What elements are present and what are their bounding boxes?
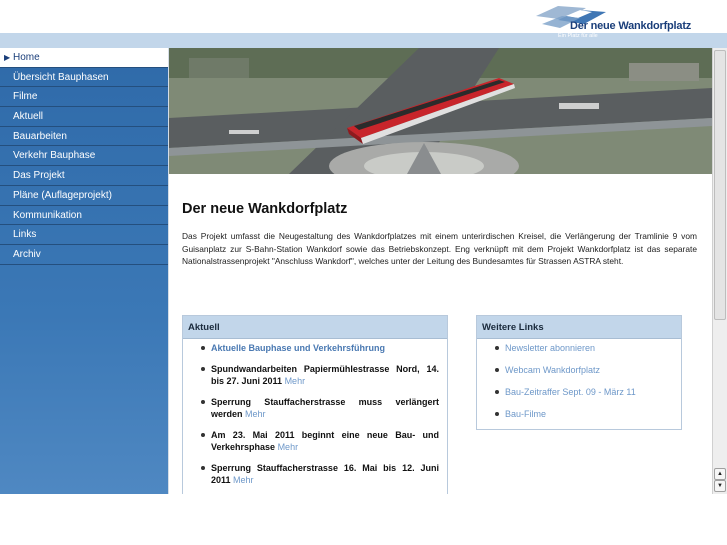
weitere-links-heading: Weitere Links [477,316,681,339]
sidebar-item-label: Übersicht Bauphasen [13,71,109,83]
link-webcam[interactable]: Webcam Wankdorfplatz [493,364,673,376]
sidebar-item-label: Links [13,229,37,241]
sidebar-item-archiv[interactable]: Archiv [0,245,168,265]
weitere-links-list: Newsletter abonnieren Webcam Wankdorfpla… [477,339,681,420]
sidebar-item-label: Aktuell [13,111,44,123]
hero-tram-illustration [169,48,712,174]
page: Der neue Wankdorfplatz Ein Platz für all… [0,0,727,545]
sidebar-item-das-projekt[interactable]: Das Projekt [0,166,168,186]
sidebar-item-label: Bauarbeiten [13,130,67,142]
arrow-down-icon[interactable]: ▼ [714,480,726,492]
page-title: Der neue Wankdorfplatz [182,201,348,217]
sidebar-item-bauarbeiten[interactable]: Bauarbeiten [0,127,168,147]
sidebar-item-label: Pläne (Auflageprojekt) [13,189,112,201]
link-bau-zeitraffer[interactable]: Bau-Zeitraffer Sept. 09 - März 11 [493,386,673,398]
logo-title: Der neue Wankdorfplatz [570,20,692,32]
link-newsletter[interactable]: Newsletter abonnieren [493,342,673,354]
sidebar-item-filme[interactable]: Filme [0,87,168,108]
mehr-link[interactable]: Mehr [278,442,299,452]
mehr-link[interactable]: Mehr [245,409,266,419]
aktuell-list: Aktuelle Bauphase und Verkehrsführung Sp… [183,339,447,486]
sidebar-item-label: Archiv [13,248,41,260]
sidebar-item-home[interactable]: ▶ Home [0,48,168,68]
hero-image [169,48,712,174]
aktuell-item: Spundwandarbeiten Papiermühlestrasse Nor… [199,363,439,387]
logo[interactable]: Der neue Wankdorfplatz Ein Platz für all… [536,2,691,42]
sidebar-item-label: Verkehr Bauphase [13,150,96,162]
aktuell-item[interactable]: Aktuelle Bauphase und Verkehrsführung [199,342,439,354]
link-bau-filme[interactable]: Bau-Filme [493,408,673,420]
mehr-link[interactable]: Mehr [285,376,306,386]
aktuell-item-text: Am 23. Mai 2011 beginnt eine neue Bau- u… [211,430,439,452]
aktuell-item: Am 23. Mai 2011 beginnt eine neue Bau- u… [199,429,439,453]
aktuell-box: Aktuell Aktuelle Bauphase und Verkehrsfü… [182,315,448,494]
mehr-link[interactable]: Mehr [233,475,254,485]
sidebar-item-label: Filme [13,91,38,103]
aktuell-item-text: Spundwandarbeiten Papiermühlestrasse Nor… [211,364,439,386]
sidebar-nav: ▶ Home Übersicht Bauphasen Filme Aktuell… [0,48,168,494]
vertical-scrollbar[interactable]: ▲ ▼ [712,48,727,494]
sidebar-item-uebersicht-bauphasen[interactable]: Übersicht Bauphasen [0,68,168,88]
aktuell-item: Sperrung Stauffacherstrasse 16. Mai bis … [199,462,439,486]
header: Der neue Wankdorfplatz Ein Platz für all… [0,0,727,48]
aktuell-item: Sperrung Stauffacherstrasse muss verläng… [199,396,439,420]
weitere-links-box: Weitere Links Newsletter abonnieren Webc… [476,315,682,430]
sidebar-item-kommunikation[interactable]: Kommunikation [0,206,168,226]
main-content: Der neue Wankdorfplatz Das Projekt umfas… [168,48,712,494]
sidebar-item-label: Kommunikation [13,209,82,221]
sidebar-item-links[interactable]: Links [0,225,168,245]
aktuell-heading: Aktuell [183,316,447,339]
sidebar-item-plaene[interactable]: Pläne (Auflageprojekt) [0,186,168,206]
sidebar-item-label: Home [13,52,40,63]
sidebar-item-verkehr-bauphase[interactable]: Verkehr Bauphase [0,146,168,167]
scrollbar-thumb[interactable] [714,50,726,320]
aktuell-item-text[interactable]: Aktuelle Bauphase und Verkehrsführung [211,343,385,353]
play-arrow-icon: ▶ [4,53,11,62]
sidebar-item-label: Das Projekt [13,170,65,182]
sidebar-item-aktuell[interactable]: Aktuell [0,107,168,127]
logo-subtitle: Ein Platz für alle [558,33,598,39]
intro-text: Das Projekt umfasst die Neugestaltung de… [182,231,697,267]
arrow-up-icon[interactable]: ▲ [714,468,726,480]
